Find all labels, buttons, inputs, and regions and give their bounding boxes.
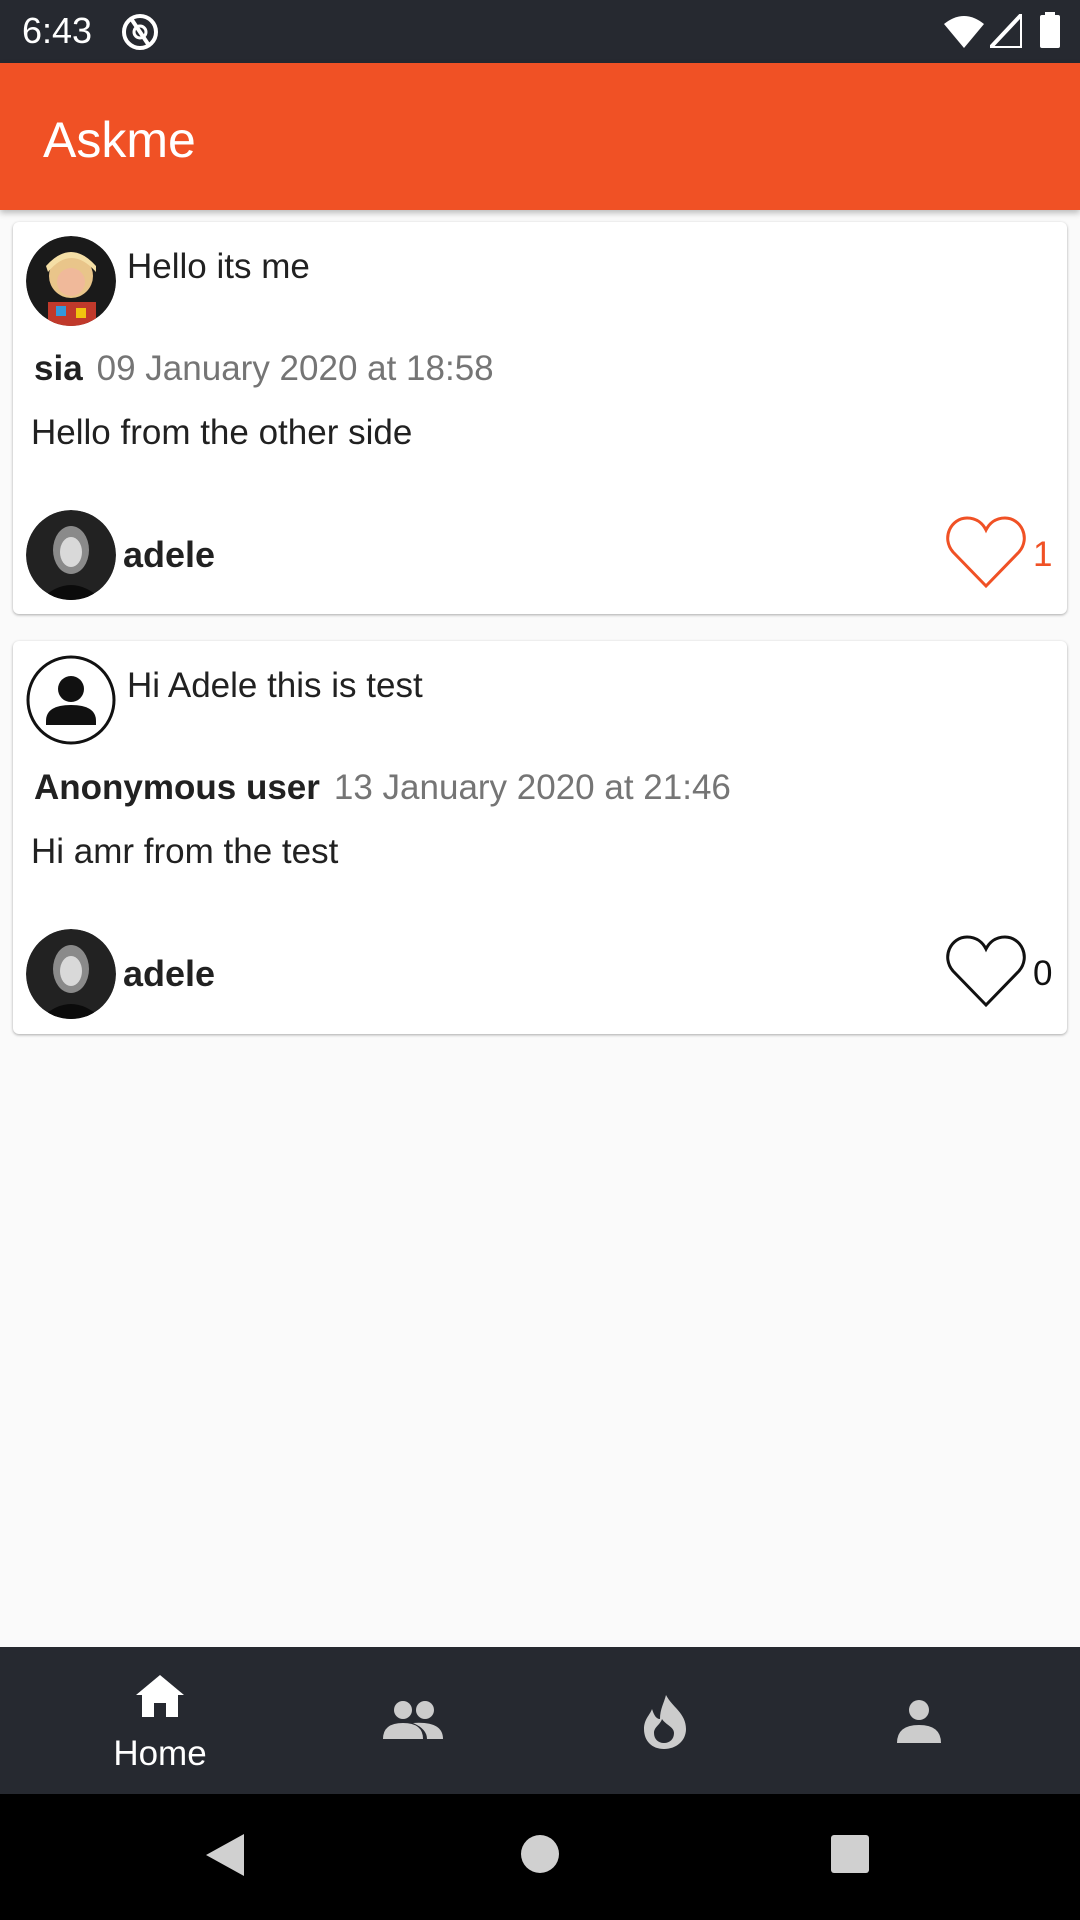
app-title: Askme (43, 112, 196, 168)
like-count: 1 (1033, 535, 1053, 574)
home-icon (136, 1675, 184, 1717)
home-circle-icon[interactable] (520, 1834, 560, 1874)
status-bar: 6:43 (0, 0, 1080, 63)
back-icon[interactable] (204, 1832, 246, 1878)
recents-icon[interactable] (830, 1834, 870, 1874)
battery-icon (1040, 12, 1060, 48)
person-icon (897, 1700, 941, 1743)
anonymous-avatar[interactable] (26, 655, 116, 745)
people-icon (383, 1701, 443, 1739)
like-count: 0 (1033, 954, 1053, 993)
question-card[interactable]: Hello its me sia 09 January 2020 at 18:58… (13, 222, 1067, 614)
bottom-nav: Home (0, 1647, 1080, 1794)
status-time: 6:43 (22, 10, 93, 51)
signal-icon (990, 14, 1022, 48)
nav-item-hot[interactable] (536, 1647, 796, 1794)
answerer-name[interactable]: adele (123, 953, 215, 995)
nav-label-home: Home (113, 1734, 207, 1773)
answerer-name[interactable]: adele (123, 534, 215, 576)
answer-text: Hello from the other side (31, 413, 413, 452)
answer-text: Hi amr from the test (31, 832, 339, 871)
question-date: 13 January 2020 at 21:46 (333, 768, 731, 807)
answerer-avatar[interactable] (26, 929, 116, 1019)
question-meta: sia 09 January 2020 at 18:58 (34, 348, 494, 390)
question-card[interactable]: Hi Adele this is test Anonymous user 13 J… (13, 641, 1067, 1034)
question-author[interactable]: Anonymous user (34, 768, 320, 807)
question-date: 09 January 2020 at 18:58 (96, 349, 494, 388)
nav-item-profile[interactable] (789, 1647, 1049, 1794)
system-nav-bar (0, 1794, 1080, 1920)
nav-item-home[interactable]: Home (30, 1647, 290, 1794)
question-text: Hi Adele this is test (127, 666, 423, 705)
sync-icon (122, 14, 158, 50)
nav-item-people[interactable] (283, 1647, 543, 1794)
question-text: Hello its me (127, 247, 310, 286)
answerer-avatar[interactable] (26, 510, 116, 600)
asker-avatar[interactable] (26, 236, 116, 326)
question-author[interactable]: sia (34, 349, 83, 388)
app-bar: Askme (0, 63, 1080, 210)
heart-icon[interactable] (945, 512, 1027, 592)
fire-icon (644, 1695, 686, 1749)
heart-icon[interactable] (945, 931, 1027, 1011)
question-meta: Anonymous user 13 January 2020 at 21:46 (34, 767, 731, 809)
wifi-icon (944, 16, 984, 48)
